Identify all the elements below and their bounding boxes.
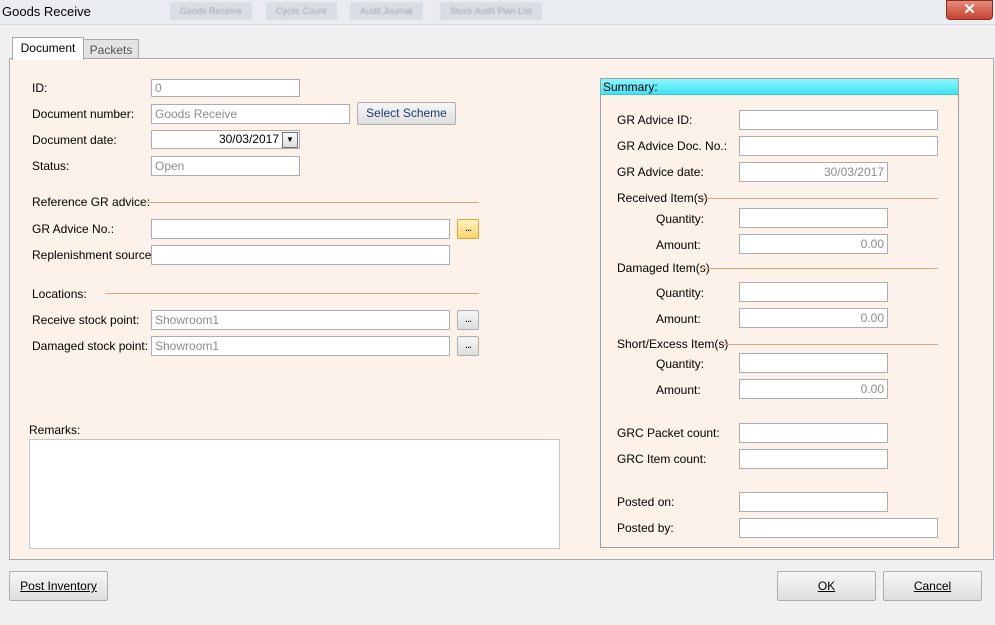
- short-excess-separator: [724, 344, 938, 345]
- document-number-field[interactable]: Goods Receive: [151, 104, 350, 124]
- post-inventory-label: Post Inventory: [20, 579, 97, 593]
- receive-stock-point-label: Receive stock point:: [32, 313, 140, 327]
- reference-section-label: Reference GR advice:: [32, 195, 151, 209]
- cancel-button[interactable]: Cancel: [883, 571, 982, 601]
- close-button[interactable]: ✕: [946, 0, 993, 20]
- receive-stock-point-field[interactable]: Showroom1: [151, 310, 450, 330]
- damaged-separator: [700, 268, 938, 269]
- remarks-label: Remarks:: [29, 423, 81, 437]
- select-scheme-button[interactable]: Select Scheme: [357, 102, 456, 125]
- posted-by-label: Posted by:: [617, 521, 674, 535]
- tab-packets[interactable]: Packets: [83, 39, 139, 60]
- remarks-textarea[interactable]: [29, 439, 560, 549]
- gr-advice-no-field[interactable]: [151, 219, 450, 239]
- reference-separator: [145, 202, 479, 203]
- gr-advice-browse-button[interactable]: ...: [457, 219, 479, 239]
- gr-advice-doc-no-label: GR Advice Doc. No.:: [617, 139, 728, 153]
- summary-header: Summary:: [601, 79, 958, 95]
- grc-packet-count-field[interactable]: [739, 423, 888, 443]
- document-number-label: Document number:: [32, 107, 135, 121]
- gr-advice-id-field[interactable]: [739, 110, 938, 130]
- received-amount-label: Amount:: [656, 238, 701, 252]
- damaged-section-label: Damaged Item(s): [617, 261, 710, 275]
- cancel-label: Cancel: [913, 579, 952, 593]
- short-excess-quantity-field[interactable]: [739, 353, 888, 373]
- damaged-stock-point-field[interactable]: Showroom1: [151, 336, 450, 356]
- damaged-stock-point-label: Damaged stock point:: [32, 339, 149, 353]
- ok-button[interactable]: OK: [777, 571, 876, 601]
- chevron-down-icon[interactable]: ▼: [282, 132, 298, 148]
- status-field[interactable]: Open: [151, 156, 300, 176]
- background-tab[interactable]: Stock Audit Plan List: [440, 2, 543, 20]
- background-tab[interactable]: Goods Receive: [170, 2, 252, 20]
- received-quantity-field[interactable]: [739, 208, 888, 228]
- tab-document[interactable]: Document: [12, 37, 84, 60]
- posted-on-label: Posted on:: [617, 495, 675, 509]
- damaged-amount-label: Amount:: [656, 312, 701, 326]
- received-section-label: Received Item(s): [617, 191, 708, 205]
- short-excess-amount-field[interactable]: 0.00: [739, 379, 888, 399]
- grc-item-count-field[interactable]: [739, 449, 888, 469]
- posted-on-field[interactable]: [739, 492, 888, 512]
- gr-advice-no-label: GR Advice No.:: [32, 222, 115, 236]
- background-tab[interactable]: Cyclic Count: [266, 2, 337, 20]
- replenishment-source-field[interactable]: [151, 245, 450, 265]
- received-quantity-label: Quantity:: [656, 212, 705, 226]
- close-icon: ✕: [963, 1, 976, 18]
- gr-advice-date-field[interactable]: 30/03/2017: [739, 162, 888, 182]
- damaged-quantity-field[interactable]: [739, 282, 888, 302]
- grc-packet-count-label: GRC Packet count:: [617, 426, 720, 440]
- document-date-label: Document date:: [32, 133, 117, 147]
- received-amount-field[interactable]: 0.00: [739, 234, 888, 254]
- short-excess-amount-label: Amount:: [656, 383, 701, 397]
- posted-by-field[interactable]: [739, 518, 938, 538]
- id-label: ID:: [32, 81, 48, 95]
- gr-advice-doc-no-field[interactable]: [739, 136, 938, 156]
- id-field[interactable]: 0: [151, 79, 300, 97]
- locations-separator: [105, 293, 479, 294]
- damaged-amount-field[interactable]: 0.00: [739, 308, 888, 328]
- short-excess-section-label: Short/Excess Item(s): [617, 337, 729, 351]
- damaged-quantity-label: Quantity:: [656, 286, 705, 300]
- document-date-value: 30/03/2017: [218, 132, 279, 146]
- window-title: Goods Receive: [2, 4, 91, 19]
- grc-item-count-label: GRC Item count:: [617, 452, 707, 466]
- status-label: Status:: [32, 159, 70, 173]
- select-scheme-label: Select Scheme: [366, 106, 447, 120]
- ok-label: OK: [817, 579, 836, 593]
- gr-advice-id-label: GR Advice ID:: [617, 113, 693, 127]
- receive-stock-point-browse-button[interactable]: ...: [457, 310, 479, 330]
- background-tab[interactable]: Audit Journal: [350, 2, 423, 20]
- short-excess-quantity-label: Quantity:: [656, 357, 705, 371]
- gr-advice-date-label: GR Advice date:: [617, 165, 704, 179]
- damaged-stock-point-browse-button[interactable]: ...: [457, 336, 479, 356]
- background-tabs: Goods Receive Cyclic Count Audit Journal…: [170, 2, 570, 20]
- received-separator: [702, 198, 938, 199]
- post-inventory-button[interactable]: Post Inventory: [9, 571, 108, 601]
- document-date-picker[interactable]: 30/03/2017 ▼: [151, 130, 300, 149]
- locations-section-label: Locations:: [32, 287, 87, 301]
- replenishment-source-label: Replenishment source:: [32, 248, 155, 262]
